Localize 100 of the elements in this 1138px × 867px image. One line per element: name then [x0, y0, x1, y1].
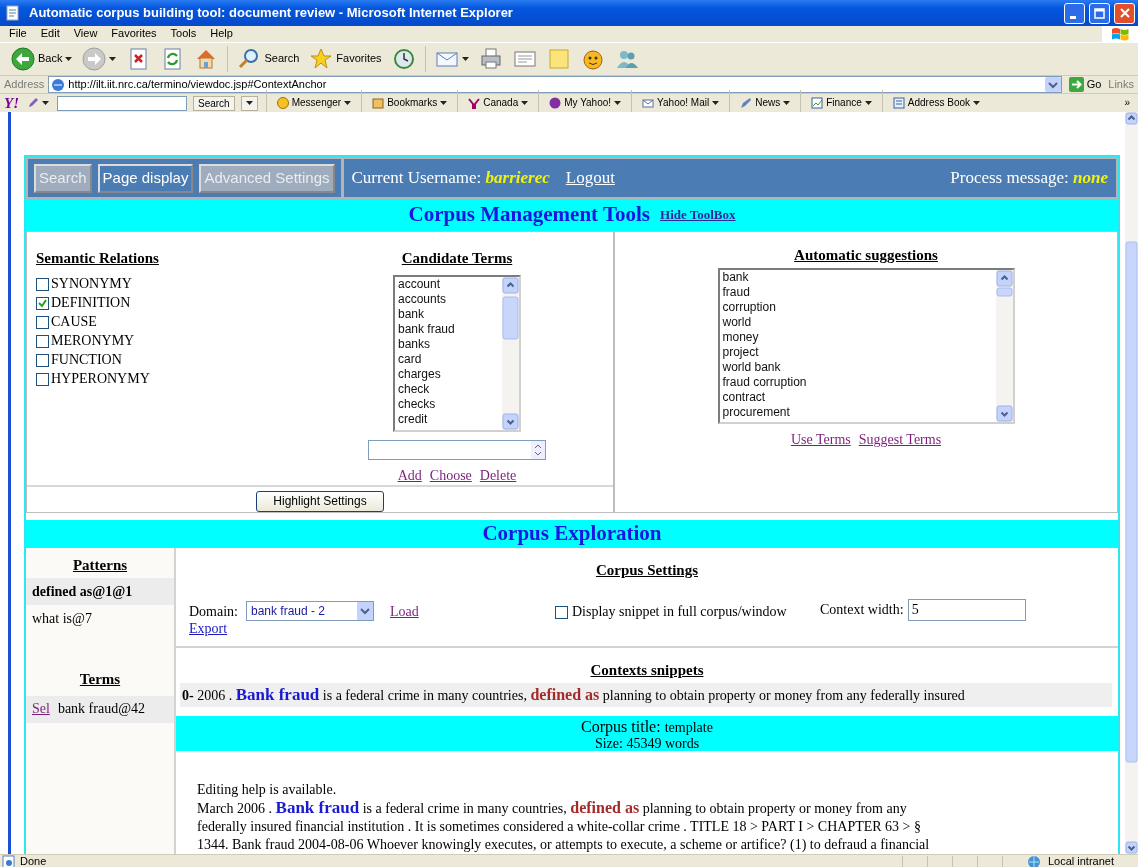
list-item[interactable]: checks: [395, 397, 502, 412]
highlight-settings-button[interactable]: Highlight Settings: [256, 491, 384, 512]
menu-item[interactable]: Tools: [163, 27, 204, 41]
list-item[interactable]: accounts: [395, 292, 502, 307]
section-heading: Terms: [78, 670, 122, 688]
caret-icon: [245, 100, 253, 106]
menu-item[interactable]: Help: [203, 27, 240, 41]
term-listbox[interactable]: account accounts bank bank fraud banks card charges check checks credit: [393, 275, 521, 432]
action-link[interactable]: Add: [397, 468, 422, 485]
toolbar-button[interactable]: Address Book: [890, 97, 983, 109]
more-button[interactable]: »: [1124, 97, 1138, 109]
export-link[interactable]: Export: [189, 621, 228, 636]
list-item[interactable]: bank: [395, 307, 502, 322]
list-item[interactable]: charges: [395, 367, 502, 382]
menu-item[interactable]: File: [2, 27, 34, 41]
process-message: Process message: none: [950, 167, 1108, 189]
list-item[interactable]: fraud corruption: [719, 375, 996, 390]
address-field[interactable]: http://ilt.iit.nrc.ca/termino/viewdoc.jsp#ContextAnchor: [48, 76, 1062, 93]
circle-icon: [549, 97, 562, 109]
action-link[interactable]: Delete: [479, 468, 517, 485]
checkbox[interactable]: [36, 297, 49, 310]
list-item[interactable]: corruption: [719, 300, 996, 315]
action-link[interactable]: Suggest Terms: [858, 432, 942, 449]
list-item[interactable]: check: [395, 382, 502, 397]
checkbox-label[interactable]: Display snippet in full corpus/window: [572, 604, 787, 621]
toolbar-button[interactable]: Canada: [466, 97, 531, 109]
pattern-item[interactable]: defined as@1@1: [26, 578, 174, 605]
list-item[interactable]: world bank: [719, 360, 996, 375]
search-field[interactable]: [57, 95, 187, 111]
logout-link[interactable]: Logout: [565, 167, 615, 189]
pen-icon: [740, 97, 753, 109]
action-link[interactable]: Choose: [429, 468, 472, 485]
menu-item[interactable]: Edit: [33, 27, 67, 41]
toolbar-button[interactable]: Search: [234, 45, 303, 73]
checkbox[interactable]: [36, 354, 49, 367]
checkbox-label[interactable]: FUNCTION: [51, 352, 122, 369]
toolbar-button[interactable]: Favorites: [306, 45, 385, 73]
hide-toolbox-link[interactable]: Hide ToolBox: [660, 207, 736, 223]
list-item[interactable]: money: [719, 330, 996, 345]
list-item[interactable]: bank fraud: [395, 322, 502, 337]
toolbar-button[interactable]: Yahoo! Mail: [640, 97, 722, 109]
suggestion-listbox[interactable]: bank fraud corruption world money project world bank fraud corruption contract procurement: [717, 268, 1015, 424]
corpus-size: Size: 45349 words: [593, 736, 701, 753]
list-item[interactable]: account: [395, 277, 502, 292]
status-text: Done: [20, 855, 47, 867]
checkbox[interactable]: [555, 606, 568, 620]
select-link[interactable]: Sel: [32, 701, 50, 718]
checkbox-label[interactable]: CAUSE: [51, 314, 97, 331]
list-item[interactable]: project: [719, 345, 996, 360]
maximize-button[interactable]: [1089, 2, 1110, 24]
list-item[interactable]: procurement: [719, 405, 996, 420]
checkbox[interactable]: [36, 278, 49, 291]
section-heading: Automatic suggestions: [794, 246, 938, 264]
caret-icon: [42, 100, 49, 106]
checkbox[interactable]: [36, 316, 49, 329]
security-zone: Local intranet: [1047, 855, 1114, 867]
close-button[interactable]: [1114, 2, 1135, 24]
list-item[interactable]: contract: [719, 390, 996, 405]
checkbox[interactable]: [36, 335, 49, 348]
list-item[interactable]: world: [719, 315, 996, 330]
action-link[interactable]: Use Terms: [790, 432, 851, 449]
domain-label: Domain:: [189, 604, 238, 621]
caret-icon: [521, 100, 529, 106]
nav-button[interactable]: Page display: [97, 163, 194, 193]
toolbar-button[interactable]: Back: [8, 45, 76, 73]
links-label[interactable]: Links: [1108, 77, 1138, 92]
dropdown-button[interactable]: [240, 95, 258, 111]
minimize-button[interactable]: [1064, 2, 1085, 24]
toolbar-button[interactable]: Bookmarks: [370, 97, 450, 109]
list-item[interactable]: fraud: [719, 285, 996, 300]
checkbox-label[interactable]: DEFINITION: [51, 295, 131, 312]
list-item[interactable]: banks: [395, 337, 502, 352]
corpus-text-line: Editing help is available.: [197, 781, 338, 799]
checkbox[interactable]: [36, 373, 49, 386]
load-link[interactable]: Load: [390, 604, 419, 621]
window-title: Automatic corpus building tool: document review - Microsoft Internet Explorer: [29, 5, 513, 21]
corpus-text-line: federally insured financial institution . It is sometimes considered a white-collar crime . TITLE 18 > PART I > CHAPTER 63 > §: [197, 818, 922, 836]
menu-item[interactable]: View: [66, 27, 105, 41]
list-item[interactable]: card: [395, 352, 502, 367]
toolbar-button[interactable]: Messenger: [274, 97, 354, 109]
term-input[interactable]: [368, 440, 546, 460]
toolbar-button[interactable]: News: [738, 97, 793, 109]
context-width-field[interactable]: 5: [907, 599, 1026, 621]
toolbar-button[interactable]: My Yahoo!: [547, 97, 624, 109]
checkbox-label[interactable]: SYNONYMY: [51, 276, 132, 293]
logo[interactable]: Y!: [4, 94, 19, 112]
go-button[interactable]: Go: [1065, 75, 1105, 94]
section-heading: Patterns: [71, 556, 129, 574]
caret-icon: [65, 56, 73, 62]
pattern-item[interactable]: what is@7: [26, 605, 174, 632]
chart-icon: [811, 97, 824, 109]
search-button[interactable]: Search: [193, 95, 235, 111]
menu-item[interactable]: Favorites: [104, 27, 164, 41]
checkbox-label[interactable]: HYPERONYMY: [51, 371, 150, 388]
list-item[interactable]: bank: [719, 270, 996, 285]
spinner-icon: [531, 441, 545, 459]
checkbox-label[interactable]: MERONYMY: [51, 333, 135, 350]
toolbar-button[interactable]: Finance: [809, 97, 874, 109]
list-item[interactable]: credit: [395, 412, 502, 427]
domain-dropdown[interactable]: bank fraud - 2: [246, 601, 374, 621]
